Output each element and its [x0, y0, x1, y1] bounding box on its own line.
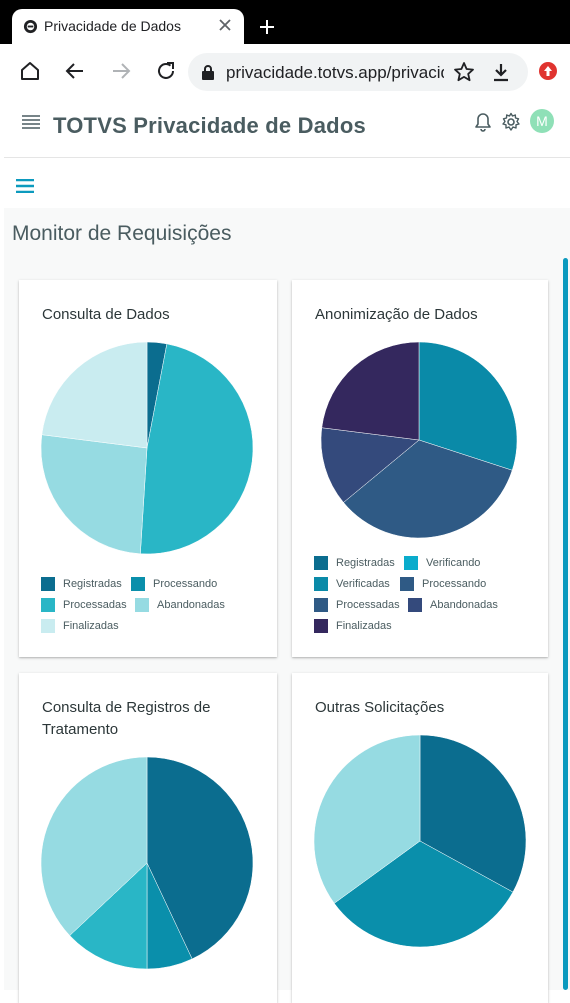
legend-item[interactable]: Registradas: [41, 577, 122, 591]
bell-icon[interactable]: [474, 112, 492, 132]
legend-label: Finalizadas: [336, 620, 392, 632]
legend-swatch: [41, 619, 55, 633]
legend-label: Processando: [153, 578, 218, 590]
home-icon[interactable]: [19, 60, 41, 82]
close-tab-icon[interactable]: [218, 18, 232, 32]
bookmark-star-icon[interactable]: [453, 61, 475, 83]
tab-title: Privacidade de Dados: [44, 18, 181, 34]
back-arrow-icon[interactable]: [64, 60, 86, 82]
legend-swatch: [314, 619, 328, 633]
legend-swatch: [41, 577, 55, 591]
new-tab-icon[interactable]: [258, 18, 276, 36]
card-consulta-de-registros: Consulta de Registros de Tratamento: [19, 673, 277, 1003]
legend-swatch: [314, 556, 328, 570]
gear-icon[interactable]: [501, 112, 521, 132]
browser-tab-strip: Privacidade de Dados: [0, 0, 570, 44]
legend-swatch: [400, 577, 414, 591]
legend-item[interactable]: Finalizadas: [314, 619, 392, 633]
legend-label: Abandonadas: [430, 599, 498, 611]
avatar[interactable]: M: [530, 109, 554, 133]
legend-item[interactable]: Processadas: [314, 598, 400, 612]
main-content: Monitor de Requisições Consulta de Dados…: [4, 208, 570, 1003]
pie-slice-finalizadas[interactable]: [321, 341, 420, 441]
legend-swatch: [408, 598, 422, 612]
download-icon[interactable]: [490, 61, 512, 83]
legend-swatch: [314, 577, 328, 591]
legend-item[interactable]: Abandonadas: [135, 598, 225, 612]
lock-icon: [202, 65, 214, 80]
pie-slice-finalizadas[interactable]: [41, 341, 148, 449]
sub-header: [4, 158, 570, 208]
legend-item[interactable]: Finalizadas: [41, 619, 119, 633]
legend-label: Abandonadas: [157, 599, 225, 611]
site-favicon-icon: [23, 19, 38, 34]
legend-item[interactable]: Abandonadas: [408, 598, 498, 612]
legend-swatch: [131, 577, 145, 591]
extension-icon[interactable]: [537, 60, 559, 82]
card-outras-solicitacoes: Outras Solicitações: [292, 673, 548, 1003]
address-bar[interactable]: privacidade.totvs.app/privacidade: [188, 53, 528, 91]
legend-label: Verificando: [426, 557, 481, 569]
page-title: Monitor de Requisições: [12, 222, 232, 245]
url-text: privacidade.totvs.app/privacidade: [226, 63, 444, 82]
legend-item[interactable]: Verificando: [404, 556, 480, 570]
pie-chart: [320, 341, 518, 539]
legend-item[interactable]: Processadas: [41, 598, 127, 612]
card-anonimizacao-de-dados: Anonimização de Dados Registradas Verifi…: [292, 280, 548, 657]
legend-label: Registradas: [63, 578, 122, 590]
legend-label: Finalizadas: [63, 620, 119, 632]
browser-tab[interactable]: Privacidade de Dados: [12, 9, 244, 44]
reload-icon[interactable]: [155, 60, 177, 82]
legend-item[interactable]: Verificadas: [314, 577, 390, 591]
legend-swatch: [314, 598, 328, 612]
pie-chart: [40, 341, 254, 555]
browser-toolbar: privacidade.totvs.app/privacidade: [0, 44, 570, 98]
hamburger-menu-icon[interactable]: [16, 179, 34, 193]
legend-swatch: [404, 556, 418, 570]
legend-label: Processadas: [336, 599, 400, 611]
card-consulta-de-dados: Consulta de Dados Registradas Processand…: [19, 280, 277, 657]
page-scrollbar[interactable]: [563, 258, 568, 990]
legend-swatch: [135, 598, 149, 612]
forward-arrow-icon[interactable]: [110, 60, 132, 82]
app-title: TOTVS Privacidade de Dados: [53, 113, 366, 138]
pie-chart: [40, 756, 254, 970]
legend-item[interactable]: Processando: [131, 577, 217, 591]
legend-label: Processando: [422, 578, 487, 590]
legend-item[interactable]: Processando: [400, 577, 486, 591]
pie-chart: [313, 734, 527, 948]
app-header: TOTVS Privacidade de Dados M: [4, 98, 570, 158]
legend-item[interactable]: Registradas: [314, 556, 395, 570]
legend-label: Verificadas: [336, 578, 390, 590]
pie-slice-abandonadas[interactable]: [40, 434, 148, 555]
legend-label: Registradas: [336, 557, 395, 569]
legend-label: Processadas: [63, 599, 127, 611]
menu-icon[interactable]: [22, 115, 40, 129]
legend-swatch: [41, 598, 55, 612]
